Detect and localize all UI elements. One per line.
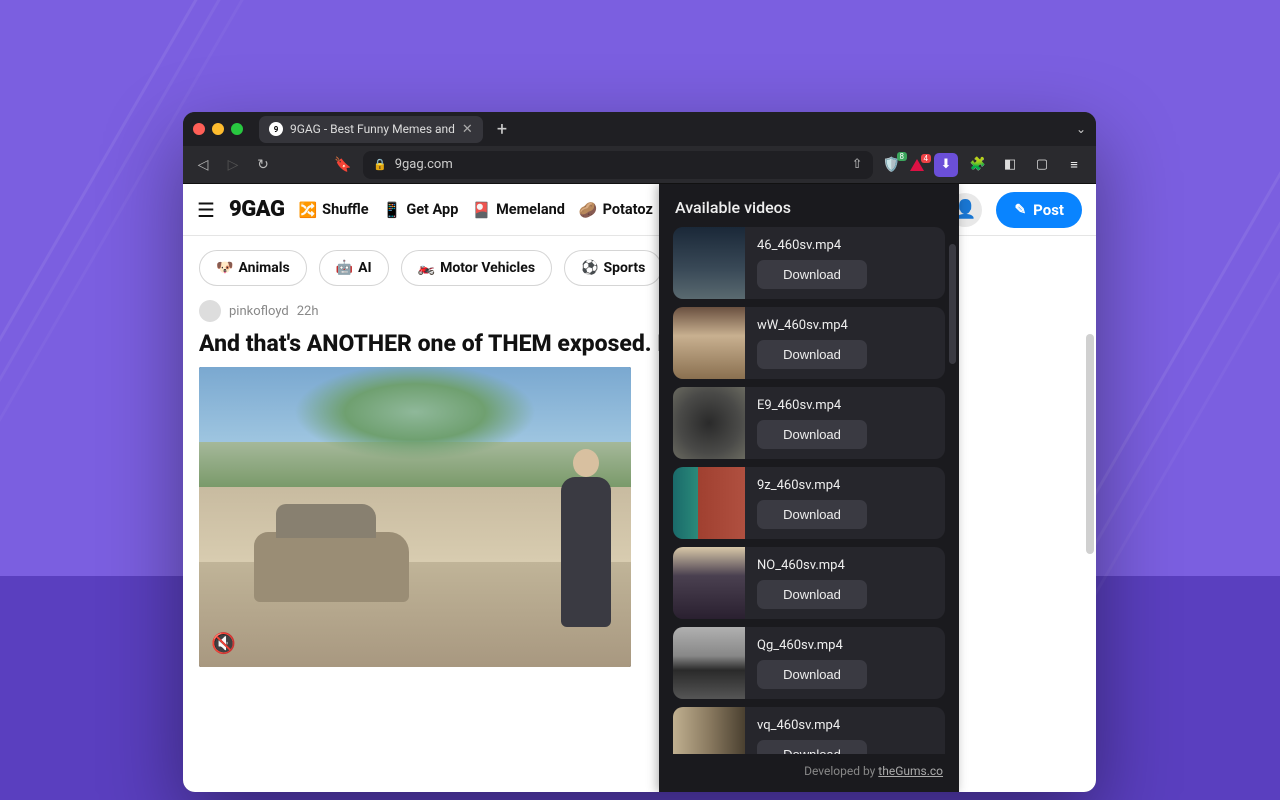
share-icon[interactable]: ⇧ [852, 157, 863, 172]
video-list: 46_460sv.mp4 Download wW_460sv.mp4 Downl… [659, 227, 959, 754]
shuffle-icon: 🔀 [298, 201, 317, 219]
download-button[interactable]: Download [757, 260, 867, 289]
developer-link[interactable]: theGums.co [878, 764, 943, 778]
video-player[interactable]: 🔇 [199, 367, 631, 667]
tabs-menu-icon[interactable]: ⌄ [1076, 122, 1086, 136]
triangle-badge: 4 [921, 154, 932, 163]
nav-shuffle[interactable]: 🔀Shuffle [298, 201, 368, 219]
video-item: E9_460sv.mp4 Download [673, 387, 945, 459]
video-thumbnail [673, 547, 745, 619]
post-title: And that's ANOTHER one of THEM exposed. … [183, 326, 1096, 367]
video-filename: wW_460sv.mp4 [757, 318, 933, 333]
video-thumbnail [673, 467, 745, 539]
reload-button[interactable]: ↻ [253, 157, 273, 173]
video-thumbnail [673, 707, 745, 754]
video-filename: E9_460sv.mp4 [757, 398, 933, 413]
nav-get-app[interactable]: 📱Get App [383, 201, 459, 219]
video-item: 46_460sv.mp4 Download [673, 227, 945, 299]
pencil-icon: ✎ [1014, 202, 1026, 218]
triangle-icon[interactable]: 4 [910, 159, 924, 171]
mute-icon[interactable]: 🔇 [211, 631, 236, 655]
browser-tab[interactable]: 9 9GAG - Best Funny Memes and ✕ [259, 116, 483, 143]
popup-scrollbar[interactable] [949, 244, 956, 364]
chip-motor-vehicles[interactable]: 🏍️Motor Vehicles [401, 250, 552, 286]
forward-button[interactable]: ▷ [223, 157, 243, 173]
popup-title: Available videos [659, 184, 959, 227]
nav-memeland[interactable]: 🎴Memeland [472, 201, 565, 219]
potato-icon: 🥔 [579, 201, 598, 219]
video-filename: vq_460sv.mp4 [757, 718, 933, 733]
tab-title: 9GAG - Best Funny Memes and [290, 122, 455, 136]
favicon-icon: 9 [269, 122, 283, 136]
card-icon: 🎴 [472, 201, 491, 219]
nav-potatoz[interactable]: 🥔Potatoz [579, 201, 653, 219]
download-button[interactable]: Download [757, 500, 867, 529]
chip-ai[interactable]: 🤖AI [319, 250, 389, 286]
video-item: Qg_460sv.mp4 Download [673, 627, 945, 699]
minimize-window[interactable] [212, 123, 224, 135]
download-button[interactable]: Download [757, 740, 867, 755]
video-item: vq_460sv.mp4 Download [673, 707, 945, 754]
maximize-window[interactable] [231, 123, 243, 135]
shield-badge: 8 [897, 152, 908, 161]
phone-icon: 📱 [383, 201, 402, 219]
shield-icon[interactable]: 🛡️8 [883, 157, 900, 173]
close-window[interactable] [193, 123, 205, 135]
site-logo[interactable]: 9GAG [229, 197, 285, 222]
post-button[interactable]: ✎Post [996, 192, 1082, 228]
hamburger-icon[interactable]: ☰ [197, 198, 215, 222]
close-tab-icon[interactable]: ✕ [462, 122, 473, 137]
window-controls [193, 123, 243, 135]
post-meta: pinkofloyd 22h [183, 300, 1096, 326]
download-button[interactable]: Download [757, 580, 867, 609]
post-avatar[interactable] [199, 300, 221, 322]
video-thumbnail [673, 387, 745, 459]
chip-sports[interactable]: ⚽Sports [564, 250, 662, 286]
chip-animals[interactable]: 🐶Animals [199, 250, 307, 286]
url-text: 9gag.com [395, 157, 453, 172]
video-item: wW_460sv.mp4 Download [673, 307, 945, 379]
browser-window: 9 9GAG - Best Funny Memes and ✕ + ⌄ ◁ ▷ … [183, 112, 1096, 792]
menu-icon[interactable]: ≡ [1062, 153, 1086, 177]
video-filename: NO_460sv.mp4 [757, 558, 933, 573]
video-filename: 9z_460sv.mp4 [757, 478, 933, 493]
download-button[interactable]: Download [757, 660, 867, 689]
video-filename: Qg_460sv.mp4 [757, 638, 933, 653]
site-header: ☰ 9GAG 🔀Shuffle 📱Get App 🎴Memeland 🥔Pota… [183, 184, 1096, 236]
bookmark-icon[interactable]: 🔖 [333, 157, 353, 173]
video-thumbnail [673, 627, 745, 699]
download-button[interactable]: Download [757, 340, 867, 369]
post-username[interactable]: pinkofloyd [229, 304, 289, 319]
video-thumbnail [673, 227, 745, 299]
tab-bar: 9 9GAG - Best Funny Memes and ✕ + ⌄ [183, 112, 1096, 146]
page-content: ☰ 9GAG 🔀Shuffle 📱Get App 🎴Memeland 🥔Pota… [183, 184, 1096, 792]
video-filename: 46_460sv.mp4 [757, 238, 933, 253]
page-scrollbar[interactable] [1086, 334, 1094, 554]
extension-popup: Available videos 46_460sv.mp4 Download w… [659, 184, 959, 792]
wallet-icon[interactable]: ▢ [1030, 153, 1054, 177]
popup-footer: Developed by theGums.co [659, 754, 959, 792]
extension-icons: ⬇ 🧩 ◧ ▢ ≡ [934, 153, 1086, 177]
download-button[interactable]: Download [757, 420, 867, 449]
lock-icon: 🔒 [373, 158, 387, 171]
sidebar-icon[interactable]: ◧ [998, 153, 1022, 177]
video-thumbnail [673, 307, 745, 379]
video-item: NO_460sv.mp4 Download [673, 547, 945, 619]
toolbar: ◁ ▷ ↻ 🔖 🔒 9gag.com ⇧ 🛡️8 4 ⬇ 🧩 ◧ ▢ ≡ [183, 146, 1096, 184]
category-chips: 🐶Animals 🤖AI 🏍️Motor Vehicles ⚽Sports [183, 236, 1096, 300]
downloader-extension-icon[interactable]: ⬇ [934, 153, 958, 177]
address-bar[interactable]: 🔒 9gag.com ⇧ [363, 151, 873, 179]
back-button[interactable]: ◁ [193, 157, 213, 173]
video-item: 9z_460sv.mp4 Download [673, 467, 945, 539]
post-time: 22h [297, 304, 319, 319]
new-tab-button[interactable]: + [491, 119, 513, 140]
extensions-icon[interactable]: 🧩 [966, 153, 990, 177]
